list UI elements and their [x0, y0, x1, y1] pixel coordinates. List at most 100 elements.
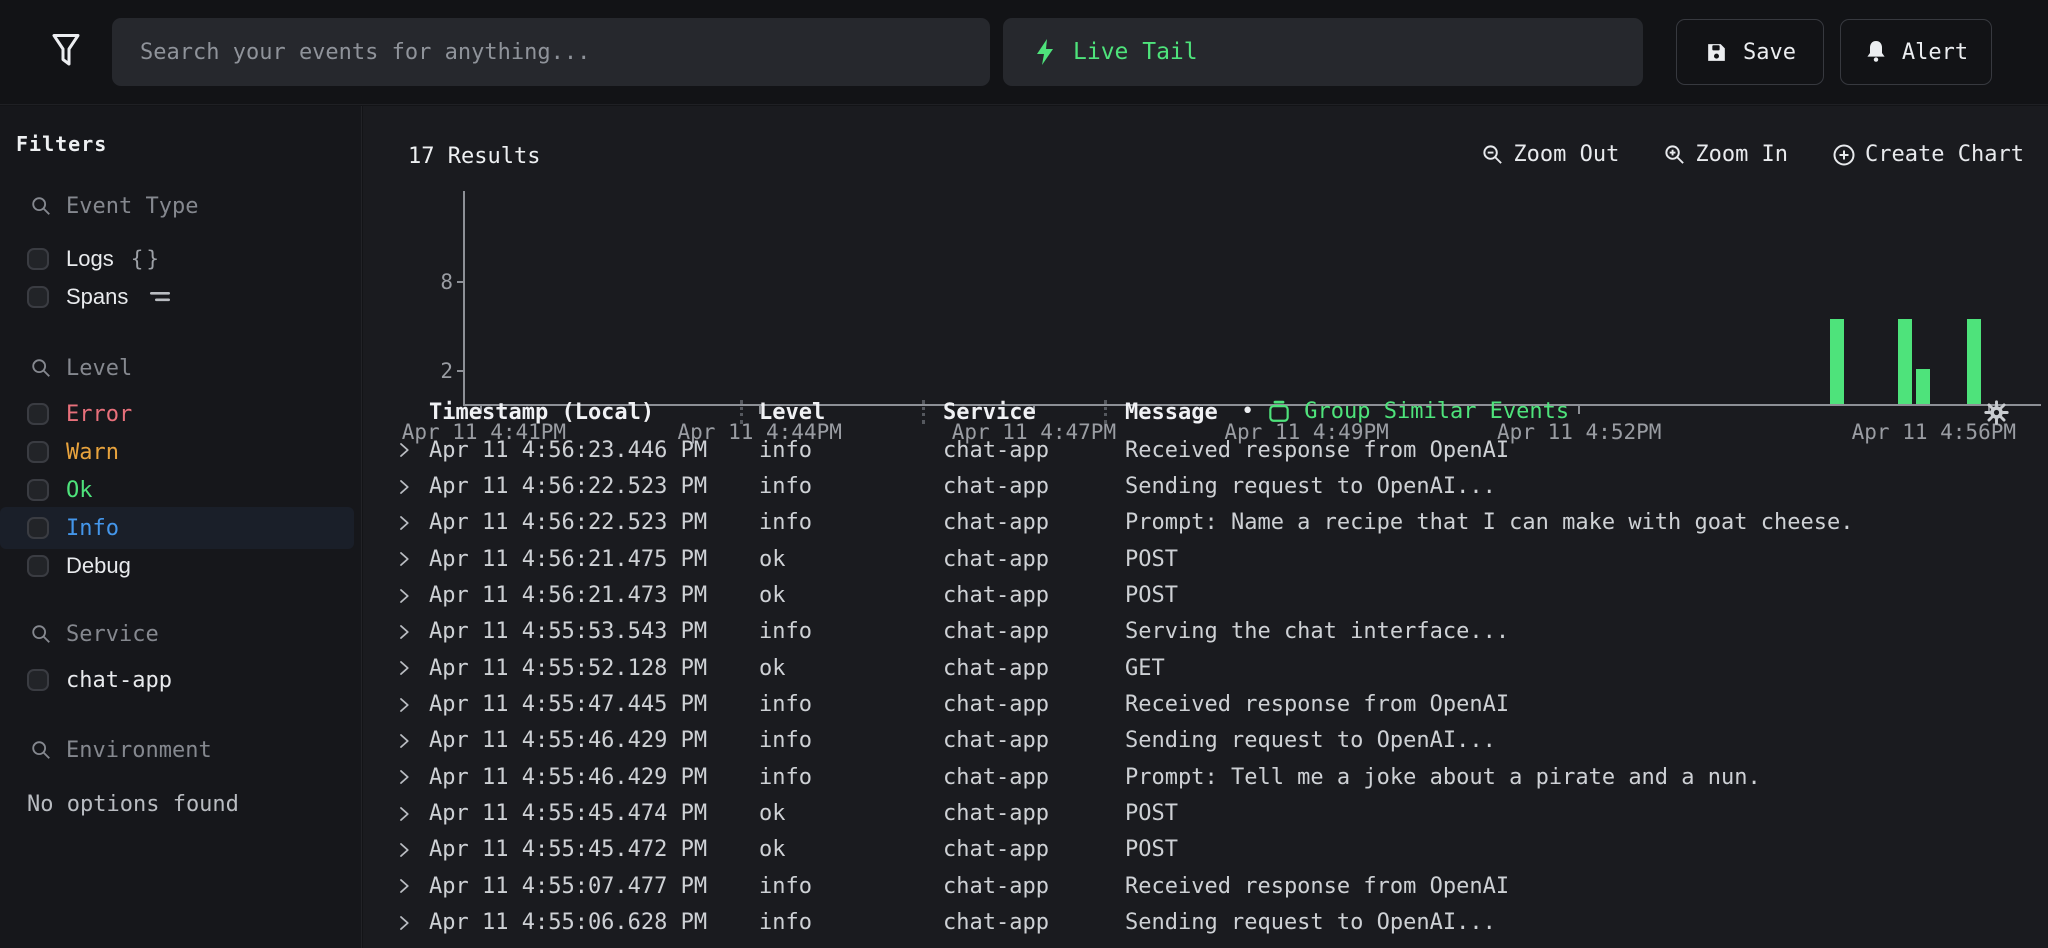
table-row[interactable]: Apr 11 4:55:46.429 PM info chat-app Prom…: [363, 759, 2048, 795]
table-body: Apr 11 4:56:23.446 PM info chat-app Rece…: [363, 432, 2048, 941]
floppy-disk-icon: [1704, 40, 1729, 65]
level-cell: info: [759, 692, 812, 717]
service-cell: chat-app: [943, 765, 1049, 790]
chevron-right-icon[interactable]: [395, 441, 413, 459]
chevron-right-icon[interactable]: [395, 659, 413, 677]
chevron-right-icon[interactable]: [395, 478, 413, 496]
checkbox-debug[interactable]: [27, 555, 49, 577]
column-resize-handle[interactable]: [740, 400, 743, 424]
zoom-out-button[interactable]: Zoom Out: [1481, 142, 1619, 167]
service-cell: chat-app: [943, 728, 1049, 753]
table-row[interactable]: Apr 11 4:55:06.628 PM info chat-app Send…: [363, 904, 2048, 940]
timestamp-cell: Apr 11 4:55:53.543 PM: [429, 619, 707, 644]
service-cell: chat-app: [943, 474, 1049, 499]
group-similar-events-button[interactable]: • Group Similar Events: [1241, 398, 1569, 424]
checkbox-warn[interactable]: [27, 441, 49, 463]
circle-plus-icon: [1832, 143, 1856, 167]
chevron-right-icon[interactable]: [395, 841, 413, 859]
group-similar-events-label: Group Similar Events: [1304, 399, 1569, 424]
spans-lines-icon: [149, 289, 173, 305]
filter-level-warn[interactable]: Warn: [0, 431, 354, 473]
column-resize-handle[interactable]: [922, 400, 925, 424]
col-timestamp[interactable]: Timestamp (Local): [429, 400, 654, 425]
filter-spans[interactable]: Spans: [0, 276, 354, 318]
chevron-right-icon[interactable]: [395, 768, 413, 786]
timestamp-cell: Apr 11 4:56:21.473 PM: [429, 583, 707, 608]
filter-logs[interactable]: Logs {}: [0, 238, 354, 280]
table-row[interactable]: Apr 11 4:55:45.474 PM ok chat-app POST: [363, 795, 2048, 831]
chevron-right-icon[interactable]: [395, 732, 413, 750]
filter-funnel-icon[interactable]: [36, 22, 96, 82]
level-search[interactable]: [0, 348, 360, 388]
events-histogram[interactable]: 82Apr 11 4:41PMApr 11 4:44PMApr 11 4:47P…: [463, 191, 2041, 426]
no-options-text: No options found: [27, 792, 239, 817]
save-button[interactable]: Save: [1676, 19, 1824, 85]
level-search-input[interactable]: [66, 356, 316, 381]
filter-level-ok[interactable]: Ok: [0, 469, 354, 511]
checkbox-logs[interactable]: [27, 248, 49, 270]
timestamp-cell: Apr 11 4:55:45.474 PM: [429, 801, 707, 826]
level-cell: info: [759, 474, 812, 499]
chart-plot: 82Apr 11 4:41PMApr 11 4:44PMApr 11 4:47P…: [463, 191, 2041, 406]
chevron-right-icon[interactable]: [395, 623, 413, 641]
create-chart-button[interactable]: Create Chart: [1832, 142, 2024, 167]
zoom-in-button[interactable]: Zoom In: [1663, 142, 1788, 167]
table-row[interactable]: Apr 11 4:56:23.446 PM info chat-app Rece…: [363, 432, 2048, 468]
environment-search-input[interactable]: [66, 738, 316, 763]
save-label: Save: [1743, 40, 1796, 65]
chevron-right-icon[interactable]: [395, 550, 413, 568]
event-type-search-input[interactable]: [66, 194, 316, 219]
col-level[interactable]: Level: [759, 400, 825, 425]
table-row[interactable]: Apr 11 4:56:22.523 PM info chat-app Send…: [363, 468, 2048, 504]
filters-title: Filters: [16, 132, 107, 156]
table-row[interactable]: Apr 11 4:55:46.429 PM info chat-app Send…: [363, 723, 2048, 759]
warn-label: Warn: [66, 440, 119, 465]
search-input[interactable]: [112, 18, 990, 86]
table-row[interactable]: Apr 11 4:55:07.477 PM info chat-app Rece…: [363, 868, 2048, 904]
zoom-out-icon: [1481, 143, 1504, 166]
service-cell: chat-app: [943, 656, 1049, 681]
checkbox-error[interactable]: [27, 403, 49, 425]
level-cell: info: [759, 438, 812, 463]
table-row[interactable]: Apr 11 4:56:22.523 PM info chat-app Prom…: [363, 505, 2048, 541]
chat-app-label: chat-app: [66, 668, 172, 693]
chevron-right-icon[interactable]: [395, 514, 413, 532]
table-row[interactable]: Apr 11 4:55:53.543 PM info chat-app Serv…: [363, 614, 2048, 650]
filter-level-error[interactable]: Error: [0, 393, 354, 435]
event-type-search[interactable]: [0, 186, 360, 226]
live-tail-button[interactable]: Live Tail: [1003, 18, 1643, 86]
chevron-right-icon[interactable]: [395, 805, 413, 823]
chevron-right-icon[interactable]: [395, 587, 413, 605]
checkbox-ok[interactable]: [27, 479, 49, 501]
environment-search[interactable]: [0, 730, 360, 770]
filter-level-debug[interactable]: Debug: [0, 545, 354, 587]
table-row[interactable]: Apr 11 4:56:21.473 PM ok chat-app POST: [363, 577, 2048, 613]
level-cell: ok: [759, 801, 786, 826]
filter-level-info[interactable]: Info: [0, 507, 354, 549]
message-cell: Prompt: Tell me a joke about a pirate an…: [1125, 765, 1761, 790]
table-row[interactable]: Apr 11 4:55:45.472 PM ok chat-app POST: [363, 832, 2048, 868]
checkbox-info[interactable]: [27, 517, 49, 539]
checkbox-spans[interactable]: [27, 286, 49, 308]
table-settings-gear-icon[interactable]: [1983, 399, 2010, 426]
column-resize-handle[interactable]: [1104, 400, 1107, 424]
message-cell: Prompt: Name a recipe that I can make wi…: [1125, 510, 1853, 535]
timestamp-cell: Apr 11 4:55:07.477 PM: [429, 874, 707, 899]
filter-service-chat-app[interactable]: chat-app: [0, 659, 354, 701]
col-service[interactable]: Service: [943, 400, 1036, 425]
table-row[interactable]: Apr 11 4:55:52.128 PM ok chat-app GET: [363, 650, 2048, 686]
service-search[interactable]: [0, 614, 360, 654]
table-row[interactable]: Apr 11 4:55:47.445 PM info chat-app Rece…: [363, 686, 2048, 722]
chevron-right-icon[interactable]: [395, 877, 413, 895]
timestamp-cell: Apr 11 4:55:46.429 PM: [429, 765, 707, 790]
chevron-right-icon[interactable]: [395, 696, 413, 714]
table-row[interactable]: Apr 11 4:56:21.475 PM ok chat-app POST: [363, 541, 2048, 577]
col-message[interactable]: Message: [1125, 400, 1218, 425]
alert-button[interactable]: Alert: [1840, 19, 1992, 85]
chart-bar: [1830, 319, 1844, 404]
search-icon: [30, 623, 52, 645]
service-search-input[interactable]: [66, 622, 316, 647]
chevron-right-icon[interactable]: [395, 914, 413, 932]
message-cell: Serving the chat interface...: [1125, 619, 1509, 644]
checkbox-chat-app[interactable]: [27, 669, 49, 691]
